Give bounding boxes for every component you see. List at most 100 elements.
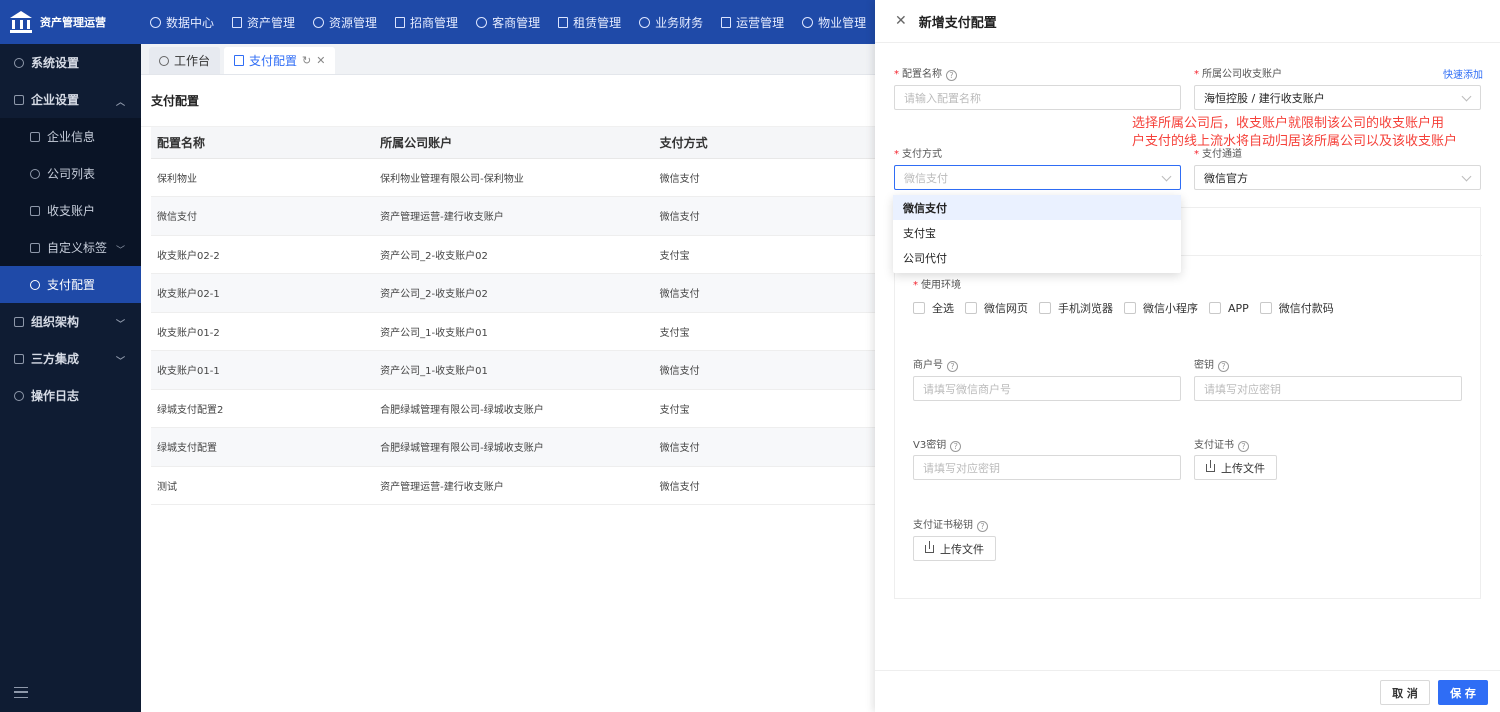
top-nav-label: 资产管理 [247, 15, 296, 30]
tab-label: 工作台 [174, 54, 211, 68]
env-checkbox[interactable]: 手机浏览器 [1039, 300, 1113, 316]
secret-label: 密钥? [1194, 356, 1229, 372]
checkbox-box[interactable] [1209, 302, 1221, 314]
top-nav-item[interactable]: 客商管理 [467, 14, 549, 31]
table-cell: 保利物业 [151, 158, 375, 197]
column-header[interactable]: 配置名称 [151, 127, 375, 159]
cert-label: 支付证书? [1194, 436, 1249, 452]
table-cell: 支付宝 [653, 312, 876, 351]
sidebar-item-label: 企业设置 [31, 93, 80, 107]
help-icon[interactable]: ? [950, 441, 962, 452]
close-tab-icon[interactable]: ✕ [316, 54, 325, 67]
top-nav-item[interactable]: 业务财务 [630, 14, 712, 31]
pay-channel-select[interactable]: 微信官方 [1194, 165, 1481, 190]
checkbox-box[interactable] [1039, 302, 1051, 314]
pay-channel-value: 微信官方 [1204, 171, 1248, 185]
collapse-menu-icon[interactable] [14, 687, 28, 698]
table-cell: 资产管理运营-建行收支账户 [374, 196, 654, 236]
account-select[interactable]: 海恒控股 / 建行收支账户 [1194, 85, 1481, 110]
checkbox-label: 手机浏览器 [1058, 302, 1113, 315]
sidebar-item[interactable]: 公司列表 [0, 155, 141, 192]
secret-input[interactable]: 请填写对应密钥 [1194, 376, 1462, 401]
tab-workbench[interactable]: 工作台 [149, 47, 221, 74]
sidebar-item-label: 操作日志 [31, 389, 80, 403]
top-nav-item[interactable]: 资产管理 [223, 14, 304, 31]
app-title: 资产管理运营 [40, 16, 106, 29]
users-icon [476, 16, 488, 28]
sidebar-item[interactable]: 三方集成 ﹀ [0, 340, 141, 377]
sidebar-item[interactable]: 操作日志 [0, 377, 141, 414]
refresh-icon[interactable]: ↻ [302, 54, 311, 67]
main-content: 支付配置 配置名称所属公司账户支付方式支付通道使 保利物业保利物业管理有限公司-… [141, 75, 1151, 712]
sidebar-item[interactable]: 企业设置 ︿ [0, 81, 141, 118]
dropdown-option[interactable]: 公司代付 [893, 245, 1181, 270]
table-cell: 微信支付 [151, 196, 375, 236]
v3-secret-input[interactable]: 请填写对应密钥 [913, 455, 1181, 480]
column-header[interactable]: 支付方式 [653, 127, 876, 159]
sidebar-item[interactable]: 收支账户 [0, 192, 141, 229]
drawer-footer: 取 消 保 存 [875, 670, 1500, 712]
annotation-note: 选择所属公司后，收支账户就限制该公司的收支账户用 户支付的线上流水将自动归居该所… [1132, 115, 1492, 151]
house-icon [558, 16, 569, 28]
env-checkbox[interactable]: 全选 [913, 300, 954, 316]
app-logo[interactable]: 资产管理运营 [0, 0, 141, 44]
checkbox-box[interactable] [1124, 302, 1136, 314]
top-nav-item[interactable]: 运营管理 [712, 14, 793, 31]
annotation-line: 选择所属公司后，收支账户就限制该公司的收支账户用 [1132, 116, 1445, 131]
help-icon[interactable]: ? [946, 70, 957, 81]
env-checkbox[interactable]: 微信付款码 [1259, 300, 1334, 316]
chevron-down-icon [1461, 171, 1472, 182]
cert-key-upload-button[interactable]: 上传文件 [913, 536, 996, 561]
help-icon[interactable]: ? [977, 521, 988, 532]
table-cell: 资产公司_2-收支账户02 [374, 235, 654, 274]
upload-icon [925, 540, 934, 553]
pay-channel-label: * 支付通道 [1194, 149, 1242, 160]
sidebar-item-label: 公司列表 [47, 167, 96, 181]
env-checkbox[interactable]: APP [1209, 302, 1249, 315]
close-icon[interactable]: ✕ [895, 13, 907, 29]
table-cell: 收支账户02-1 [151, 273, 375, 313]
sidebar-item-label: 收支账户 [47, 204, 96, 218]
column-header[interactable]: 所属公司账户 [374, 127, 654, 159]
cancel-button[interactable]: 取 消 [1380, 680, 1430, 705]
menu-item-icon [30, 279, 40, 290]
cert-upload-button[interactable]: 上传文件 [1194, 455, 1277, 480]
sidebar-item[interactable]: 自定义标签 ﹀ [0, 229, 141, 266]
config-name-input[interactable]: 请输入配置名称 [894, 85, 1181, 110]
top-nav-item[interactable]: 租赁管理 [549, 14, 630, 31]
sidebar-item[interactable]: 企业信息 [0, 118, 141, 155]
help-icon[interactable]: ? [1218, 361, 1229, 372]
env-checkbox[interactable]: 微信网页 [965, 300, 1028, 316]
sidebar-item-label: 三方集成 [31, 352, 80, 366]
quick-add-link[interactable]: 快速添加 [1443, 66, 1483, 81]
top-nav-item[interactable]: 资源管理 [304, 14, 386, 31]
chevron-down-icon: ﹀ [115, 320, 125, 330]
pay-method-dropdown: 微信支付 支付宝 公司代付 [893, 195, 1181, 273]
help-icon[interactable]: ? [947, 361, 958, 372]
top-nav-item[interactable]: 招商管理 [386, 14, 467, 31]
dropdown-option[interactable]: 支付宝 [893, 220, 1181, 245]
pay-method-select[interactable]: 微信支付 [894, 165, 1181, 190]
table-cell: 微信支付 [653, 466, 876, 505]
checkbox-label: 全选 [932, 302, 954, 315]
checkbox-box[interactable] [913, 302, 925, 314]
merchant-label: 商户号? [913, 356, 958, 372]
sidebar-item[interactable]: 组织架构 ﹀ [0, 303, 141, 340]
top-nav-item[interactable]: 物业管理 [793, 14, 875, 31]
save-button[interactable]: 保 存 [1438, 680, 1488, 705]
env-checkbox[interactable]: 微信小程序 [1124, 300, 1198, 316]
dropdown-option[interactable]: 微信支付 [893, 195, 1181, 220]
merchant-input[interactable]: 请填写微信商户号 [913, 376, 1181, 401]
top-nav-label: 业务财务 [655, 15, 704, 30]
sidebar-item-label: 支付配置 [47, 278, 96, 292]
tab-payment-config[interactable]: 支付配置 ↻ ✕ [224, 47, 336, 74]
help-icon[interactable]: ? [1238, 441, 1249, 452]
table-cell: 微信支付 [653, 158, 876, 197]
checkbox-box[interactable] [1259, 302, 1272, 314]
table-cell: 资产管理运营-建行收支账户 [374, 466, 654, 505]
sidebar-item[interactable]: 支付配置 [0, 266, 141, 303]
top-nav-item[interactable]: 数据中心 [141, 14, 223, 31]
checkbox-box[interactable] [965, 302, 977, 314]
table-cell: 测试 [151, 466, 375, 505]
sidebar-item[interactable]: 系统设置 [0, 44, 141, 81]
